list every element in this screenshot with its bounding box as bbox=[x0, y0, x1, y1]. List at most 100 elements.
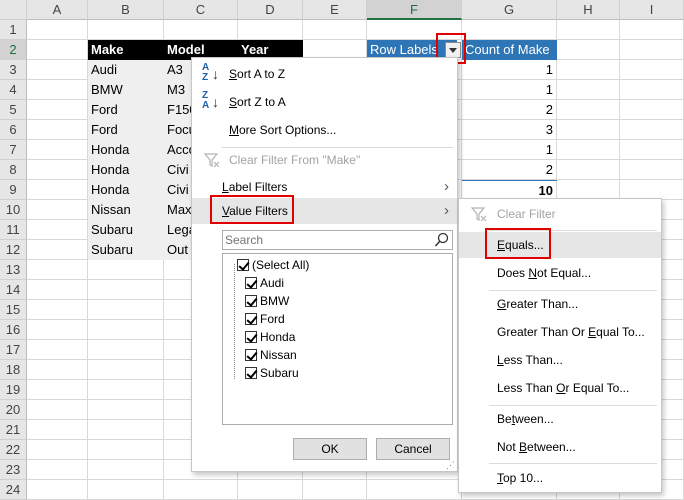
row-header-19[interactable]: 19 bbox=[0, 380, 27, 400]
less-than-or-equal-item[interactable]: Less Than Or Equal To... bbox=[459, 375, 661, 401]
row-header-13[interactable]: 13 bbox=[0, 260, 27, 280]
select-all-corner[interactable] bbox=[0, 0, 27, 20]
filter-item-label: Audi bbox=[260, 276, 285, 290]
row-header-23[interactable]: 23 bbox=[0, 460, 27, 480]
make-cell[interactable]: Subaru bbox=[88, 220, 164, 240]
row-header-14[interactable]: 14 bbox=[0, 280, 27, 300]
tree-connector bbox=[234, 264, 235, 379]
submenu-clear-filter-item[interactable]: Clear Filter bbox=[459, 201, 661, 227]
make-cell[interactable]: Ford bbox=[88, 100, 164, 120]
pivot-count-cell[interactable]: 1 bbox=[462, 80, 557, 100]
not-between-item[interactable]: Not Between... bbox=[459, 434, 661, 460]
row-header-12[interactable]: 12 bbox=[0, 240, 27, 260]
between-item[interactable]: Between... bbox=[459, 406, 661, 432]
value-filters-item[interactable]: Value Filters › bbox=[192, 198, 457, 224]
pivot-count-cell[interactable]: 2 bbox=[462, 100, 557, 120]
filter-item-list[interactable]: (Select All) Audi BMW Ford Honda Nissan Subaru bbox=[222, 253, 453, 425]
checkbox-checked-icon[interactable] bbox=[245, 277, 257, 289]
cancel-button[interactable]: Cancel bbox=[376, 438, 450, 460]
row-labels-text: Row Labels bbox=[370, 42, 438, 57]
column-header-f[interactable]: F bbox=[367, 0, 462, 20]
label-filters-label: Label Filters bbox=[222, 180, 288, 194]
row-header-5[interactable]: 5 bbox=[0, 100, 27, 120]
row-header-24[interactable]: 24 bbox=[0, 480, 27, 500]
down-arrow-icon: ↓ bbox=[212, 66, 219, 82]
filter-item-checkbox-row[interactable]: Honda bbox=[245, 328, 295, 346]
sort-z-to-a-label: Sort Z to A bbox=[229, 95, 286, 109]
does-not-equal-item[interactable]: Does Not Equal... bbox=[459, 260, 661, 286]
row-header-8[interactable]: 8 bbox=[0, 160, 27, 180]
column-header-a[interactable]: A bbox=[27, 0, 88, 20]
equals-item[interactable]: Equals... bbox=[459, 232, 661, 258]
checkbox-checked-icon[interactable] bbox=[245, 331, 257, 343]
make-cell[interactable]: Nissan bbox=[88, 200, 164, 220]
row-header-9[interactable]: 9 bbox=[0, 180, 27, 200]
pivot-count-header[interactable]: Count of Make bbox=[462, 40, 557, 60]
checkbox-checked-icon[interactable] bbox=[245, 313, 257, 325]
submenu-clear-filter-label: Clear Filter bbox=[497, 207, 556, 221]
label-filters-item[interactable]: Label Filters › bbox=[192, 174, 457, 200]
row-header-16[interactable]: 16 bbox=[0, 320, 27, 340]
column-header-d[interactable]: D bbox=[238, 0, 303, 20]
between-label: Between... bbox=[497, 412, 554, 426]
row-header-20[interactable]: 20 bbox=[0, 400, 27, 420]
filter-item-checkbox-row[interactable]: BMW bbox=[245, 292, 289, 310]
make-cell[interactable]: Ford bbox=[88, 120, 164, 140]
row-header-3[interactable]: 3 bbox=[0, 60, 27, 80]
row-header-22[interactable]: 22 bbox=[0, 440, 27, 460]
filter-item-checkbox-row[interactable]: Ford bbox=[245, 310, 285, 328]
row-labels-dropdown-button[interactable] bbox=[445, 42, 461, 58]
checkbox-checked-icon[interactable] bbox=[245, 349, 257, 361]
column-header-h[interactable]: H bbox=[557, 0, 620, 20]
pivot-grand-total[interactable]: 10 bbox=[462, 180, 557, 200]
less-than-item[interactable]: Less Than... bbox=[459, 347, 661, 373]
make-cell[interactable]: Subaru bbox=[88, 240, 164, 260]
make-cell[interactable]: Honda bbox=[88, 140, 164, 160]
greater-than-label: Greater Than... bbox=[497, 297, 579, 311]
make-cell[interactable]: Honda bbox=[88, 180, 164, 200]
row-header-6[interactable]: 6 bbox=[0, 120, 27, 140]
ok-button[interactable]: OK bbox=[293, 438, 367, 460]
column-header-e[interactable]: E bbox=[303, 0, 367, 20]
pivot-count-cell[interactable]: 1 bbox=[462, 60, 557, 80]
greater-than-item[interactable]: Greater Than... bbox=[459, 291, 661, 317]
row-header-18[interactable]: 18 bbox=[0, 360, 27, 380]
pivot-count-cell[interactable]: 2 bbox=[462, 160, 557, 180]
column-header-i[interactable]: I bbox=[620, 0, 684, 20]
filter-item-checkbox-row[interactable]: Nissan bbox=[245, 346, 297, 364]
search-input[interactable] bbox=[223, 231, 413, 249]
row-header-21[interactable]: 21 bbox=[0, 420, 27, 440]
pivot-count-cell[interactable]: 3 bbox=[462, 120, 557, 140]
more-sort-options-item[interactable]: More Sort Options... bbox=[192, 117, 457, 143]
make-cell[interactable]: BMW bbox=[88, 80, 164, 100]
filter-item-label: Ford bbox=[260, 312, 285, 326]
column-header-g[interactable]: G bbox=[462, 0, 557, 20]
filter-item-checkbox-row[interactable]: Audi bbox=[245, 274, 284, 292]
pivot-count-cell[interactable]: 1 bbox=[462, 140, 557, 160]
clear-filter-item[interactable]: Clear Filter From "Make" bbox=[192, 147, 457, 173]
checkbox-checked-icon[interactable] bbox=[245, 295, 257, 307]
column-header-b[interactable]: B bbox=[88, 0, 164, 20]
row-header-7[interactable]: 7 bbox=[0, 140, 27, 160]
header-make[interactable]: Make bbox=[88, 40, 164, 60]
resize-grip-icon[interactable]: ⋰ bbox=[446, 461, 455, 470]
make-cell[interactable]: Honda bbox=[88, 160, 164, 180]
sort-a-to-z-item[interactable]: AZ ↓ Sort A to Z bbox=[192, 61, 457, 87]
row-header-11[interactable]: 11 bbox=[0, 220, 27, 240]
search-box[interactable] bbox=[222, 230, 453, 250]
make-cell[interactable]: Audi bbox=[88, 60, 164, 80]
filter-item-checkbox-row[interactable]: Subaru bbox=[245, 364, 299, 382]
checkbox-checked-icon[interactable] bbox=[237, 259, 249, 271]
sort-z-to-a-item[interactable]: ZA ↓ Sort Z to A bbox=[192, 89, 457, 115]
row-header-2[interactable]: 2 bbox=[0, 40, 27, 60]
row-header-1[interactable]: 1 bbox=[0, 20, 27, 40]
checkbox-checked-icon[interactable] bbox=[245, 367, 257, 379]
greater-than-or-equal-item[interactable]: Greater Than Or Equal To... bbox=[459, 319, 661, 345]
row-header-10[interactable]: 10 bbox=[0, 200, 27, 220]
select-all-checkbox-row[interactable]: (Select All) bbox=[237, 256, 309, 274]
column-header-c[interactable]: C bbox=[164, 0, 238, 20]
row-header-4[interactable]: 4 bbox=[0, 80, 27, 100]
row-header-15[interactable]: 15 bbox=[0, 300, 27, 320]
top-10-item[interactable]: Top 10... bbox=[459, 465, 661, 491]
row-header-17[interactable]: 17 bbox=[0, 340, 27, 360]
